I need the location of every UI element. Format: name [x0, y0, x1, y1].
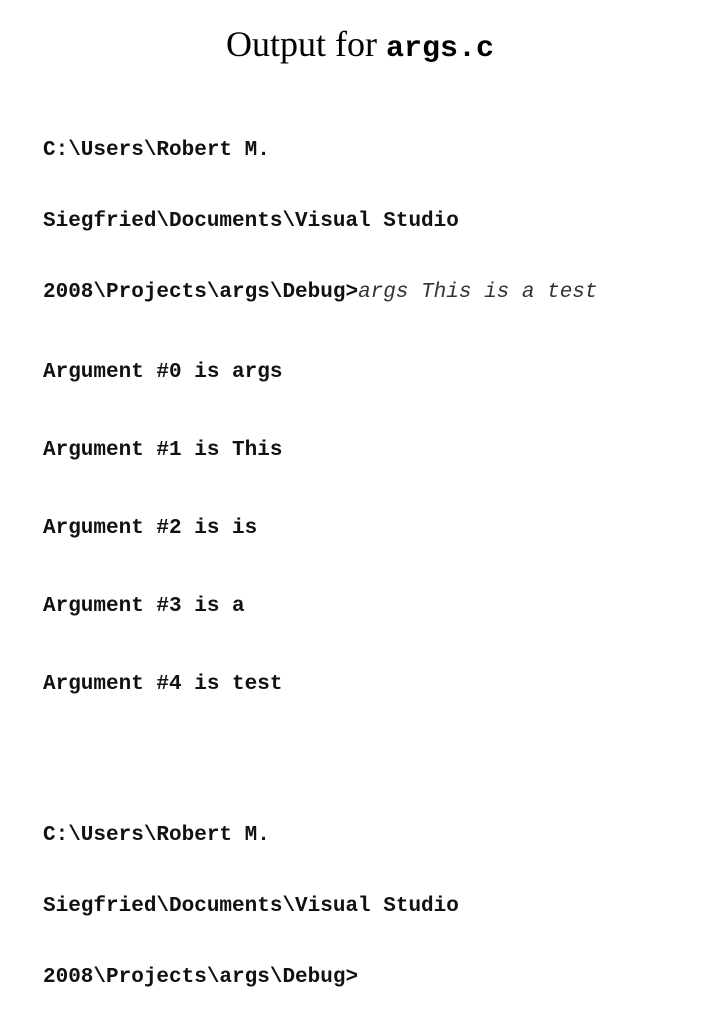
output-line: Argument #1 is This	[43, 439, 283, 462]
typed-command: args This is a test	[358, 281, 598, 304]
output-line: Argument #4 is test	[43, 673, 283, 696]
prompt-line: C:\Users\Robert M.	[43, 824, 270, 847]
output-line: Argument #3 is a	[43, 595, 245, 618]
prompt-path: 2008\Projects\args\Debug>	[43, 281, 359, 304]
prompt-line: Siegfried\Documents\Visual Studio	[43, 895, 459, 918]
title-filename: args.c	[385, 32, 494, 66]
prompt-line: Siegfried\Documents\Visual Studio	[43, 210, 459, 233]
output-line: Argument #0 is args	[43, 361, 283, 384]
title-text: Output for	[225, 24, 386, 64]
console-output: C:\Users\Robert M. Siegfried\Documents\V…	[43, 92, 598, 1013]
prompt-line: 2008\Projects\args\Debug>	[43, 966, 359, 989]
slide-title: Output for args.c	[0, 22, 720, 71]
command-line: 2008\Projects\args\Debug>args This is a …	[43, 280, 598, 305]
output-line: Argument #2 is is	[43, 517, 258, 540]
prompt-line: C:\Users\Robert M.	[43, 139, 270, 162]
